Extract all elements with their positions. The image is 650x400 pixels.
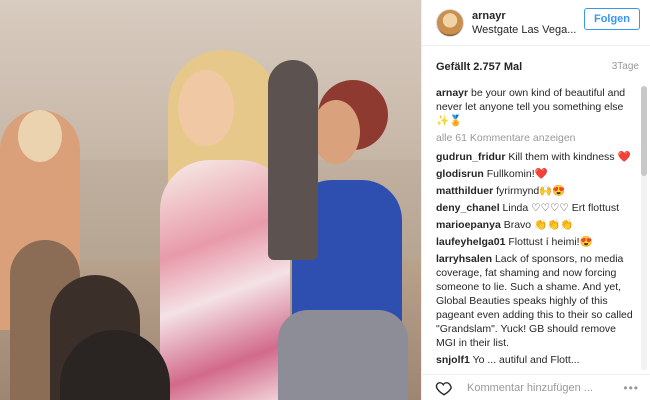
likes-row: Gefällt 2.757 Mal 3Tage <box>436 61 639 73</box>
photo-figure-main-face <box>178 70 234 146</box>
post-header: arnayr Westgate Las Vega... Folgen <box>422 0 650 46</box>
comment-item: marioepanya Bravo 👏👏👏 <box>436 218 636 232</box>
comment-item: laufeyhelga01 Flottust í heimi!😍 <box>436 235 636 249</box>
comment-username[interactable]: larryhsalen <box>436 253 492 265</box>
post-footer: ••• <box>422 374 650 400</box>
comment-item: glodisrun Fullkomin!❤️ <box>436 167 636 181</box>
post-time[interactable]: 3Tage <box>612 61 639 73</box>
comment-username[interactable]: matthilduer <box>436 185 493 197</box>
comment-username[interactable]: marioepanya <box>436 219 501 231</box>
post-location[interactable]: Westgate Las Vega... <box>472 24 582 36</box>
comment-item: snjolf1 Yo ... autiful and Flott... <box>436 353 636 367</box>
comment-item: larryhsalen Lack of sponsors, no media c… <box>436 252 636 350</box>
comment-username[interactable]: glodisrun <box>436 168 484 180</box>
comment-text: Lack of sponsors, no media coverage, fat… <box>436 253 633 349</box>
comments-scrollbar[interactable] <box>641 86 647 370</box>
comment-text: Yo ... autiful and Flott... <box>472 354 580 366</box>
comment-text: Bravo 👏👏👏 <box>503 219 574 231</box>
caption: arnayr be your own kind of beautiful and… <box>436 86 636 128</box>
load-more-comments[interactable]: alle 61 Kommentare anzeigen <box>436 132 636 144</box>
photo-figure-right-skirt <box>278 310 408 400</box>
comment-item: matthilduer fyrirmynd🙌😍 <box>436 184 636 198</box>
follow-button[interactable]: Folgen <box>584 8 640 30</box>
photo-figure-right-face <box>312 100 360 164</box>
avatar[interactable] <box>436 8 464 37</box>
photo-figure-left-head <box>18 110 62 162</box>
comment-username[interactable]: gudrun_fridur <box>436 151 505 163</box>
comment-item: gudrun_fridur Kill them with kindness ❤️ <box>436 150 636 164</box>
comments-list: arnayr be your own kind of beautiful and… <box>436 86 636 370</box>
comment-item: deny_chanel Linda ♡♡♡♡ Ert flottust <box>436 201 636 215</box>
comment-text: Fullkomin!❤️ <box>486 168 548 180</box>
comment-username[interactable]: snjolf1 <box>436 354 470 366</box>
comment-text: Linda ♡♡♡♡ Ert flottust <box>502 202 619 214</box>
post-sidebar: arnayr Westgate Las Vega... Folgen Gefäl… <box>421 0 650 400</box>
comment-text: fyrirmynd🙌😍 <box>496 185 566 197</box>
comment-input[interactable] <box>467 381 607 394</box>
photo-figure-back <box>268 60 318 260</box>
comments-scrollbar-thumb[interactable] <box>641 86 647 176</box>
comment-username[interactable]: deny_chanel <box>436 202 500 214</box>
heart-icon[interactable] <box>435 379 453 397</box>
more-options-icon[interactable]: ••• <box>623 381 639 395</box>
post-author-info: arnayr Westgate Las Vega... <box>472 10 582 36</box>
likes-count[interactable]: Gefällt 2.757 Mal <box>436 61 522 73</box>
comment-text: Flottust í heimi!😍 <box>508 236 593 248</box>
comment-text: Kill them with kindness ❤️ <box>508 151 631 163</box>
author-username[interactable]: arnayr <box>472 10 582 22</box>
caption-username[interactable]: arnayr <box>436 87 468 99</box>
comment-username[interactable]: laufeyhelga01 <box>436 236 505 248</box>
post-photo <box>0 0 421 400</box>
